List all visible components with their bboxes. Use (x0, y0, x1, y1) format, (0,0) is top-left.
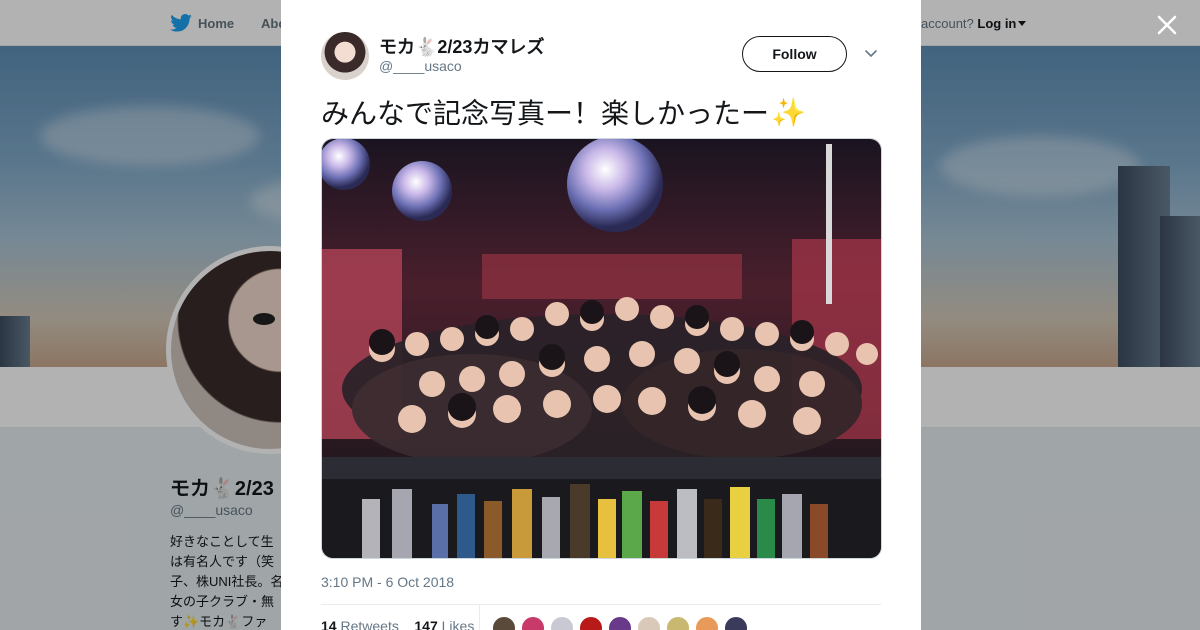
author-handle[interactable]: @____usaco (379, 58, 462, 74)
tweet-timestamp[interactable]: 3:10 PM - 6 Oct 2018 (321, 574, 454, 590)
liker-avatar[interactable] (608, 616, 632, 630)
liker-avatar[interactable] (492, 616, 516, 630)
liker-avatar[interactable] (666, 616, 690, 630)
liker-avatar[interactable] (695, 616, 719, 630)
author-avatar[interactable] (321, 32, 369, 80)
liker-avatar[interactable] (521, 616, 545, 630)
retweets-count[interactable]: 14 (321, 618, 337, 630)
stats-divider (321, 604, 881, 605)
sparkles-icon: ✨ (771, 96, 806, 128)
tweet-text: みんなで記念写真ー！楽しかったー ✨ (321, 92, 806, 132)
liker-avatar[interactable] (579, 616, 603, 630)
author-name[interactable]: モカ🐇2/23カマレズ (379, 33, 544, 59)
tweet-photo[interactable] (321, 138, 882, 559)
liker-avatar[interactable] (550, 616, 574, 630)
liker-avatar[interactable] (724, 616, 748, 630)
tweet-stats: 14 Retweets 147 Likes (321, 618, 474, 630)
likes-count[interactable]: 147 (414, 618, 437, 630)
follow-button[interactable]: Follow (742, 36, 847, 72)
stats-vertical-divider (479, 605, 480, 630)
group-photo-image (322, 139, 881, 558)
likes-label[interactable]: Likes (442, 618, 475, 630)
retweets-label[interactable]: Retweets (340, 618, 398, 630)
chevron-down-icon[interactable] (863, 45, 879, 61)
tweet-modal: モカ🐇2/23カマレズ @____usaco Follow みんなで記念写真ー！… (281, 0, 921, 630)
tweet-text-body: みんなで記念写真ー！楽しかったー (321, 98, 770, 129)
close-icon[interactable] (1152, 10, 1182, 40)
liker-avatar[interactable] (637, 616, 661, 630)
